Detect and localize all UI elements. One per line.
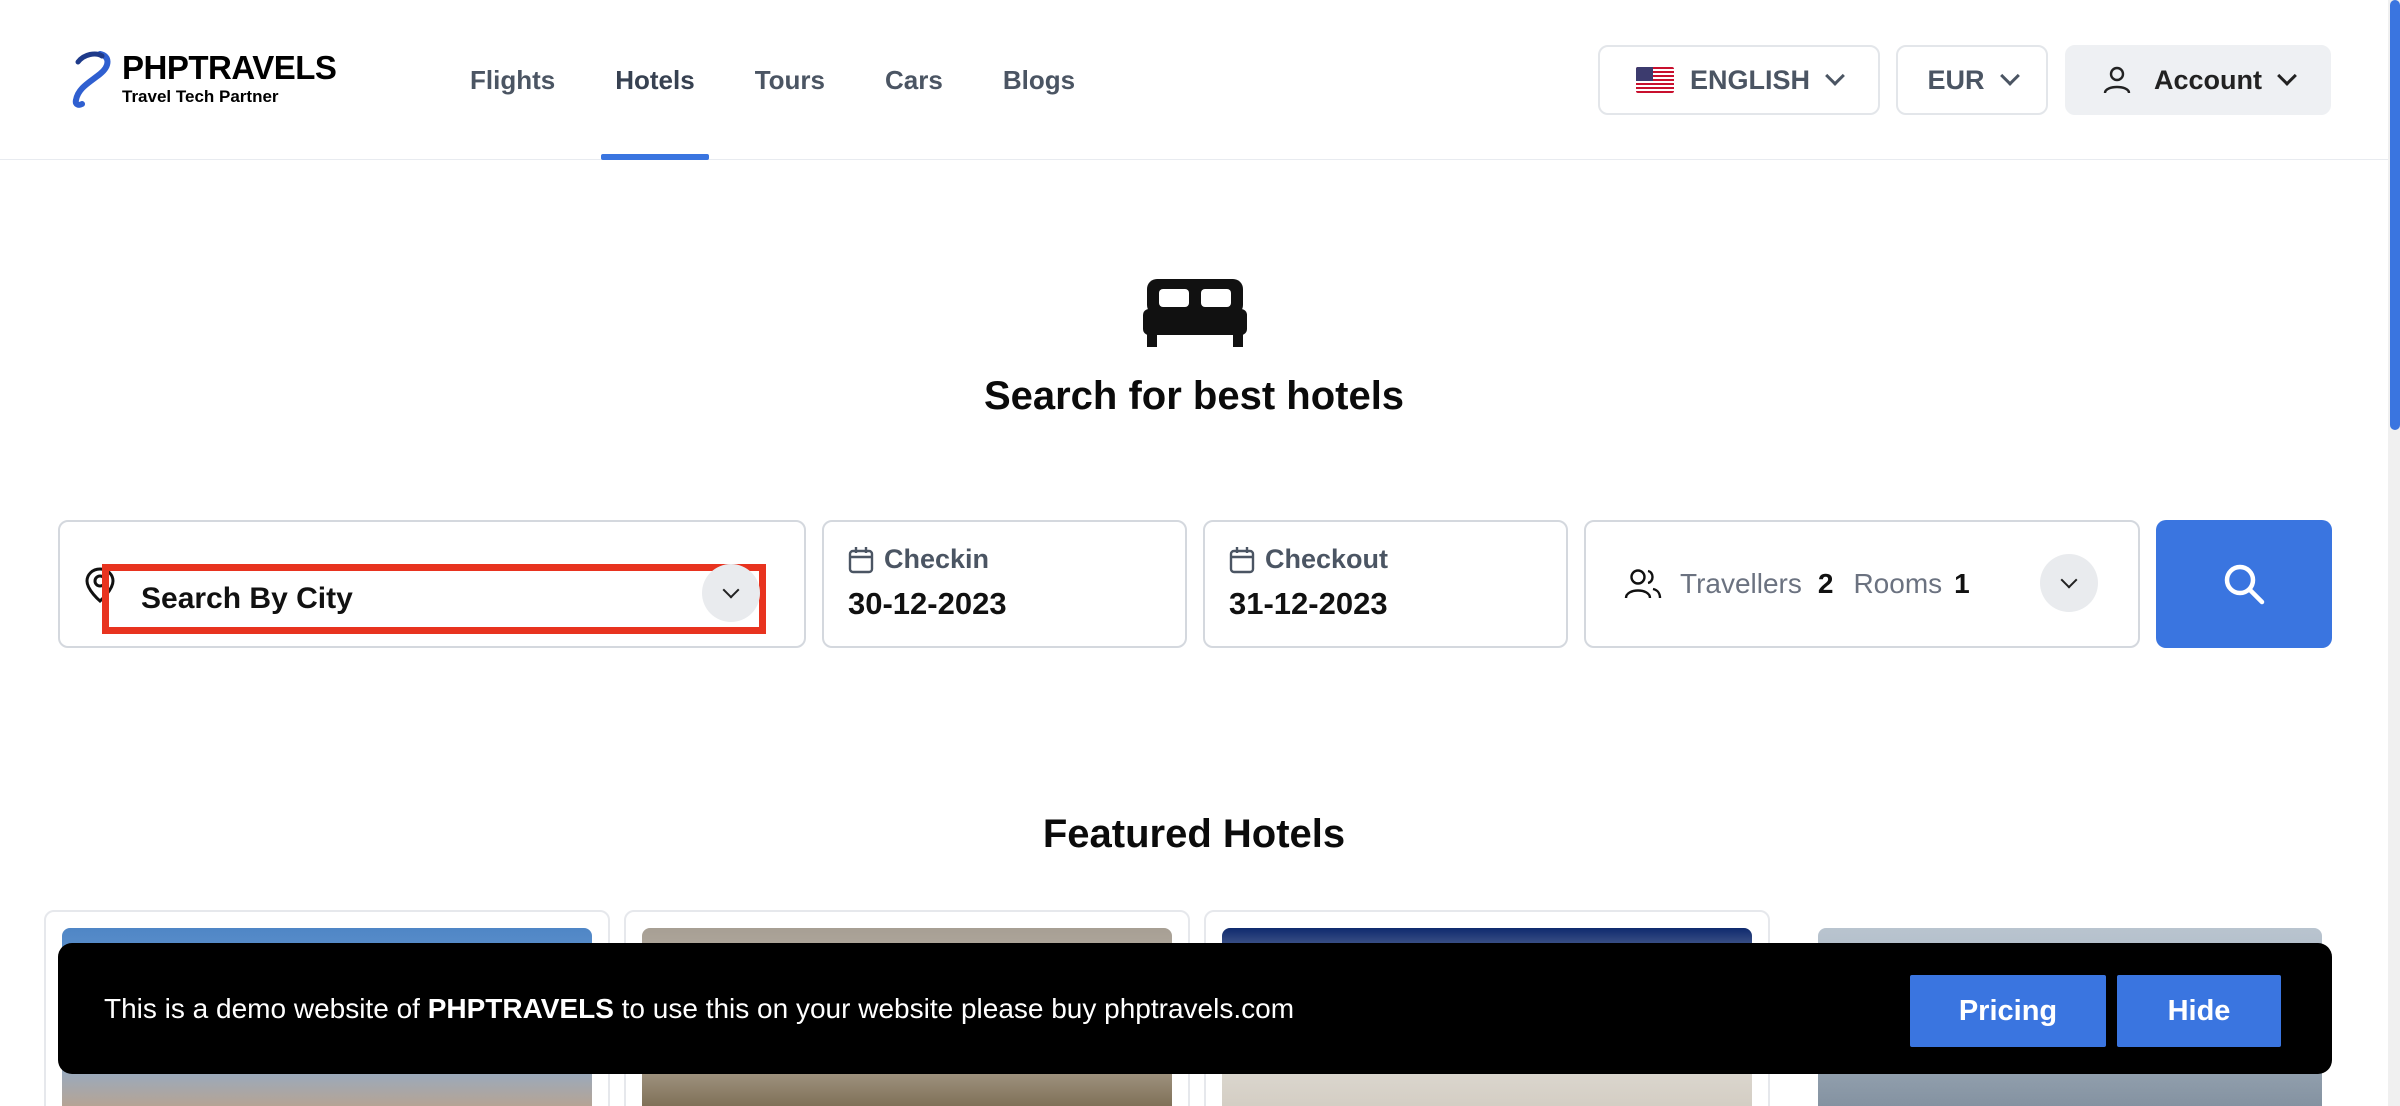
calendar-icon [848,546,874,573]
chevron-down-icon [2060,571,2078,589]
account-label: Account [2154,64,2262,95]
language-dropdown[interactable]: ENGLISH [1598,45,1880,115]
city-select[interactable]: Search By City [102,564,766,634]
rooms-label: Rooms [1853,568,1943,599]
demo-banner-text: This is a demo website of PHPTRAVELS to … [104,943,1294,1074]
brand-logo[interactable]: PHPTRAVELS Travel Tech Partner [66,49,337,108]
currency-dropdown[interactable]: EUR [1896,45,2048,115]
brand-tagline: Travel Tech Partner [122,87,279,106]
brand-logo-icon [72,51,111,108]
banner-text-brand: PHPTRAVELS [427,992,614,1024]
checkout-label: Checkout [1265,544,1389,574]
chevron-down-icon [722,581,740,599]
featured-hotels-title: Featured Hotels [1042,812,1346,856]
chevron-down-icon [1825,66,1845,86]
users-icon [1624,569,1662,599]
nav-hotels[interactable]: Hotels [585,0,724,160]
account-dropdown[interactable]: Account [2065,45,2331,115]
checkout-field[interactable]: Checkout 31-12-2023 [1203,520,1568,648]
currency-label: EUR [1927,64,1985,95]
top-header: PHPTRAVELS Travel Tech Partner Flights H… [0,0,2388,160]
travellers-count: 2 [1817,568,1834,599]
checkin-field[interactable]: Checkin 30-12-2023 [822,520,1187,648]
bed-icon [1143,279,1247,347]
travellers-dropdown-toggle[interactable] [2040,554,2098,612]
hide-button[interactable]: Hide [2117,975,2281,1047]
city-dropdown-toggle[interactable] [702,564,760,622]
us-flag-icon [1635,67,1674,93]
search-icon [2224,564,2265,605]
demo-banner: This is a demo website of PHPTRAVELS to … [58,943,2332,1074]
chevron-down-icon [1999,66,2020,86]
nav-flights[interactable]: Flights [440,0,585,160]
main-nav: Flights Hotels Tours Cars Blogs [440,0,1105,160]
checkin-label: Checkin [884,544,990,574]
nav-cars[interactable]: Cars [855,0,973,160]
city-select-label: Search By City [141,582,353,615]
nav-blogs[interactable]: Blogs [973,0,1105,160]
scrollbar-thumb[interactable] [2390,0,2400,430]
brand-name: PHPTRAVELS [122,49,337,86]
pricing-button[interactable]: Pricing [1910,975,2106,1047]
calendar-icon [1229,546,1255,573]
city-search-field[interactable]: Search By City [58,520,806,648]
language-label: ENGLISH [1689,64,1810,95]
search-button[interactable] [2156,520,2332,648]
nav-tours[interactable]: Tours [725,0,855,160]
banner-text-before: This is a demo website of [104,992,428,1024]
travellers-field[interactable]: Travellers 2 Rooms 1 [1584,520,2140,648]
user-icon [2103,66,2131,94]
page: PHPTRAVELS Travel Tech Partner Flights H… [0,0,2400,1106]
banner-text-after: to use this on your website please buy p… [613,992,1295,1024]
checkin-value: 30-12-2023 [848,586,1007,621]
checkout-value: 31-12-2023 [1229,586,1388,621]
chevron-down-icon [2277,66,2297,86]
hero-title: Search for best hotels [983,374,1405,418]
travellers-label: Travellers [1680,568,1802,599]
rooms-count: 1 [1954,568,1970,599]
